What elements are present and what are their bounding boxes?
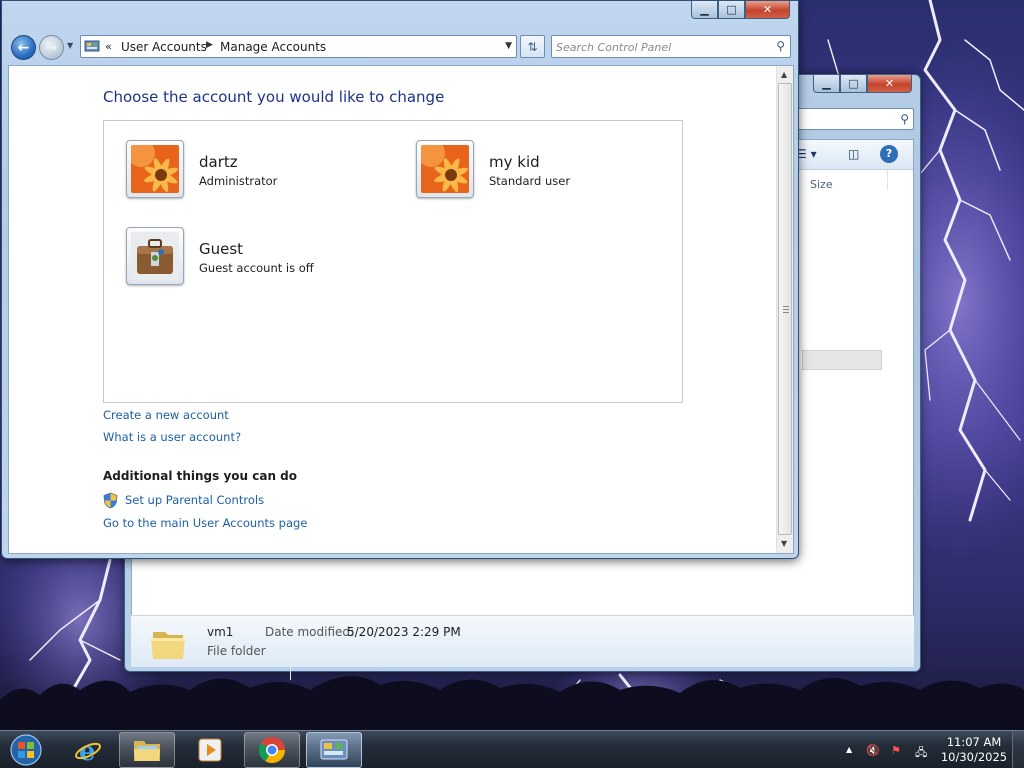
shield-icon: [103, 492, 118, 509]
forward-arrow-icon: →: [45, 39, 58, 56]
account-picture[interactable]: [126, 227, 184, 285]
account-tile-guest[interactable]: Guest Guest account is off: [104, 208, 384, 285]
account-type: Standard user: [489, 174, 571, 188]
account-tile-my-kid[interactable]: my kid Standard user: [394, 121, 674, 198]
search-icon[interactable]: ⚲: [776, 39, 785, 53]
flower-picture-icon: [421, 145, 469, 193]
scrollbar-thumb[interactable]: [778, 83, 792, 535]
back-arrow-icon: ←: [17, 39, 30, 56]
refresh-icon: ⇅: [527, 39, 538, 54]
breadcrumb-overflow[interactable]: «: [105, 40, 112, 53]
details-pane: vm1 File folder Date modified: 5/20/2023…: [131, 615, 914, 667]
account-name[interactable]: my kid: [489, 153, 540, 171]
media-player-icon: [198, 738, 222, 762]
taskbar-media-player[interactable]: [182, 732, 238, 768]
maximize-button[interactable]: □: [718, 1, 745, 19]
account-picture[interactable]: [126, 140, 184, 198]
windows-logo-icon: [10, 734, 42, 766]
show-hidden-icons-icon[interactable]: ▲: [846, 745, 852, 754]
scrollbar-track: [802, 350, 882, 370]
clock-date: 10/30/2025: [940, 750, 1008, 764]
address-dropdown-icon[interactable]: ▼: [505, 41, 512, 51]
breadcrumb-separator-icon[interactable]: ▶: [206, 40, 213, 50]
minimize-button[interactable]: ▁: [813, 75, 840, 93]
control-panel-window[interactable]: ▁ □ ✕ ← → ▼ « User Accounts ▶ Manage Acc…: [1, 0, 799, 559]
search-control-panel[interactable]: ⚲: [551, 35, 791, 58]
back-button[interactable]: ←: [11, 35, 36, 60]
account-name[interactable]: Guest: [199, 240, 243, 258]
content-pane: Choose the account you would like to cha…: [8, 65, 794, 554]
internet-explorer-icon: e: [75, 737, 101, 765]
taskbar-internet-explorer[interactable]: e: [60, 732, 116, 768]
parental-controls-link[interactable]: Set up Parental Controls: [125, 493, 264, 507]
clock-time: 11:07 AM: [946, 735, 1002, 749]
search-icon[interactable]: ⚲: [900, 112, 909, 126]
date-modified-label: Date modified:: [265, 625, 355, 639]
caption-buttons: ▁ □ ✕: [691, 1, 790, 19]
what-is-user-account-link[interactable]: What is a user account?: [103, 430, 241, 444]
vertical-scrollbar[interactable]: ▲ ▼: [776, 66, 793, 553]
show-desktop-button[interactable]: [1012, 731, 1024, 768]
preview-pane-icon[interactable]: ◫: [848, 147, 859, 161]
account-name[interactable]: dartz: [199, 153, 238, 171]
system-clock[interactable]: 11:07 AM 10/30/2025: [939, 735, 1009, 765]
chrome-icon: [258, 737, 286, 764]
account-type: Administrator: [199, 174, 278, 188]
scroll-up-icon[interactable]: ▲: [781, 70, 787, 79]
explorer-caption-buttons: ▁ □ ✕: [813, 75, 912, 93]
folder-icon: [151, 632, 185, 659]
control-panel-icon: [84, 40, 100, 52]
close-button[interactable]: ✕: [867, 75, 912, 93]
maximize-button[interactable]: □: [840, 75, 867, 93]
briefcase-picture-icon: [131, 232, 179, 280]
selected-item-type: File folder: [207, 644, 266, 658]
page-title: Choose the account you would like to cha…: [103, 88, 445, 106]
taskbar-control-panel[interactable]: [306, 732, 362, 768]
network-icon[interactable]: 🖧: [915, 744, 927, 763]
breadcrumb-user-accounts[interactable]: User Accounts: [121, 40, 207, 54]
column-header-size[interactable]: Size: [810, 178, 833, 191]
taskbar: e ▲ 🔇 ⚑ 🖧 11:07 AM 10/30/2025: [0, 730, 1024, 768]
taskbar-windows-explorer[interactable]: [119, 732, 175, 768]
view-options-icon[interactable]: ☰ ▾: [796, 147, 817, 161]
refresh-button[interactable]: ⇅: [520, 35, 545, 58]
help-icon[interactable]: ?: [880, 145, 898, 163]
scroll-down-icon[interactable]: ▼: [781, 539, 787, 548]
start-button[interactable]: [4, 732, 48, 768]
minimize-button[interactable]: ▁: [691, 1, 718, 19]
main-user-accounts-link[interactable]: Go to the main User Accounts page: [103, 516, 307, 530]
scroll-grip-icon: [783, 306, 789, 313]
recent-pages-dropdown[interactable]: ▼: [67, 41, 73, 50]
breadcrumb-manage-accounts[interactable]: Manage Accounts: [220, 40, 326, 54]
address-bar[interactable]: « User Accounts ▶ Manage Accounts ▼: [80, 35, 517, 58]
svg-text:e: e: [79, 737, 96, 765]
selected-item-name: vm1: [207, 625, 234, 639]
account-type: Guest account is off: [199, 261, 314, 275]
close-button[interactable]: ✕: [745, 1, 790, 19]
taskbar-chrome[interactable]: [244, 732, 300, 768]
volume-muted-icon[interactable]: 🔇: [866, 744, 880, 757]
forward-button[interactable]: →: [39, 35, 64, 60]
date-modified-value: 5/20/2023 2:29 PM: [347, 625, 461, 639]
windows-explorer-icon: [134, 741, 160, 761]
additional-things-heading: Additional things you can do: [103, 469, 298, 483]
account-picture[interactable]: [416, 140, 474, 198]
column-divider: [887, 170, 888, 190]
account-list: dartz Administrator my kid Standard user…: [103, 120, 683, 403]
account-tile-dartz[interactable]: dartz Administrator: [104, 121, 384, 198]
explorer-search-input[interactable]: ⚲: [784, 108, 914, 130]
control-panel-icon: [320, 739, 348, 760]
flower-picture-icon: [131, 145, 179, 193]
action-center-flag-icon[interactable]: ⚑: [891, 744, 901, 757]
search-input[interactable]: [556, 39, 756, 55]
create-account-link[interactable]: Create a new account: [103, 408, 229, 422]
